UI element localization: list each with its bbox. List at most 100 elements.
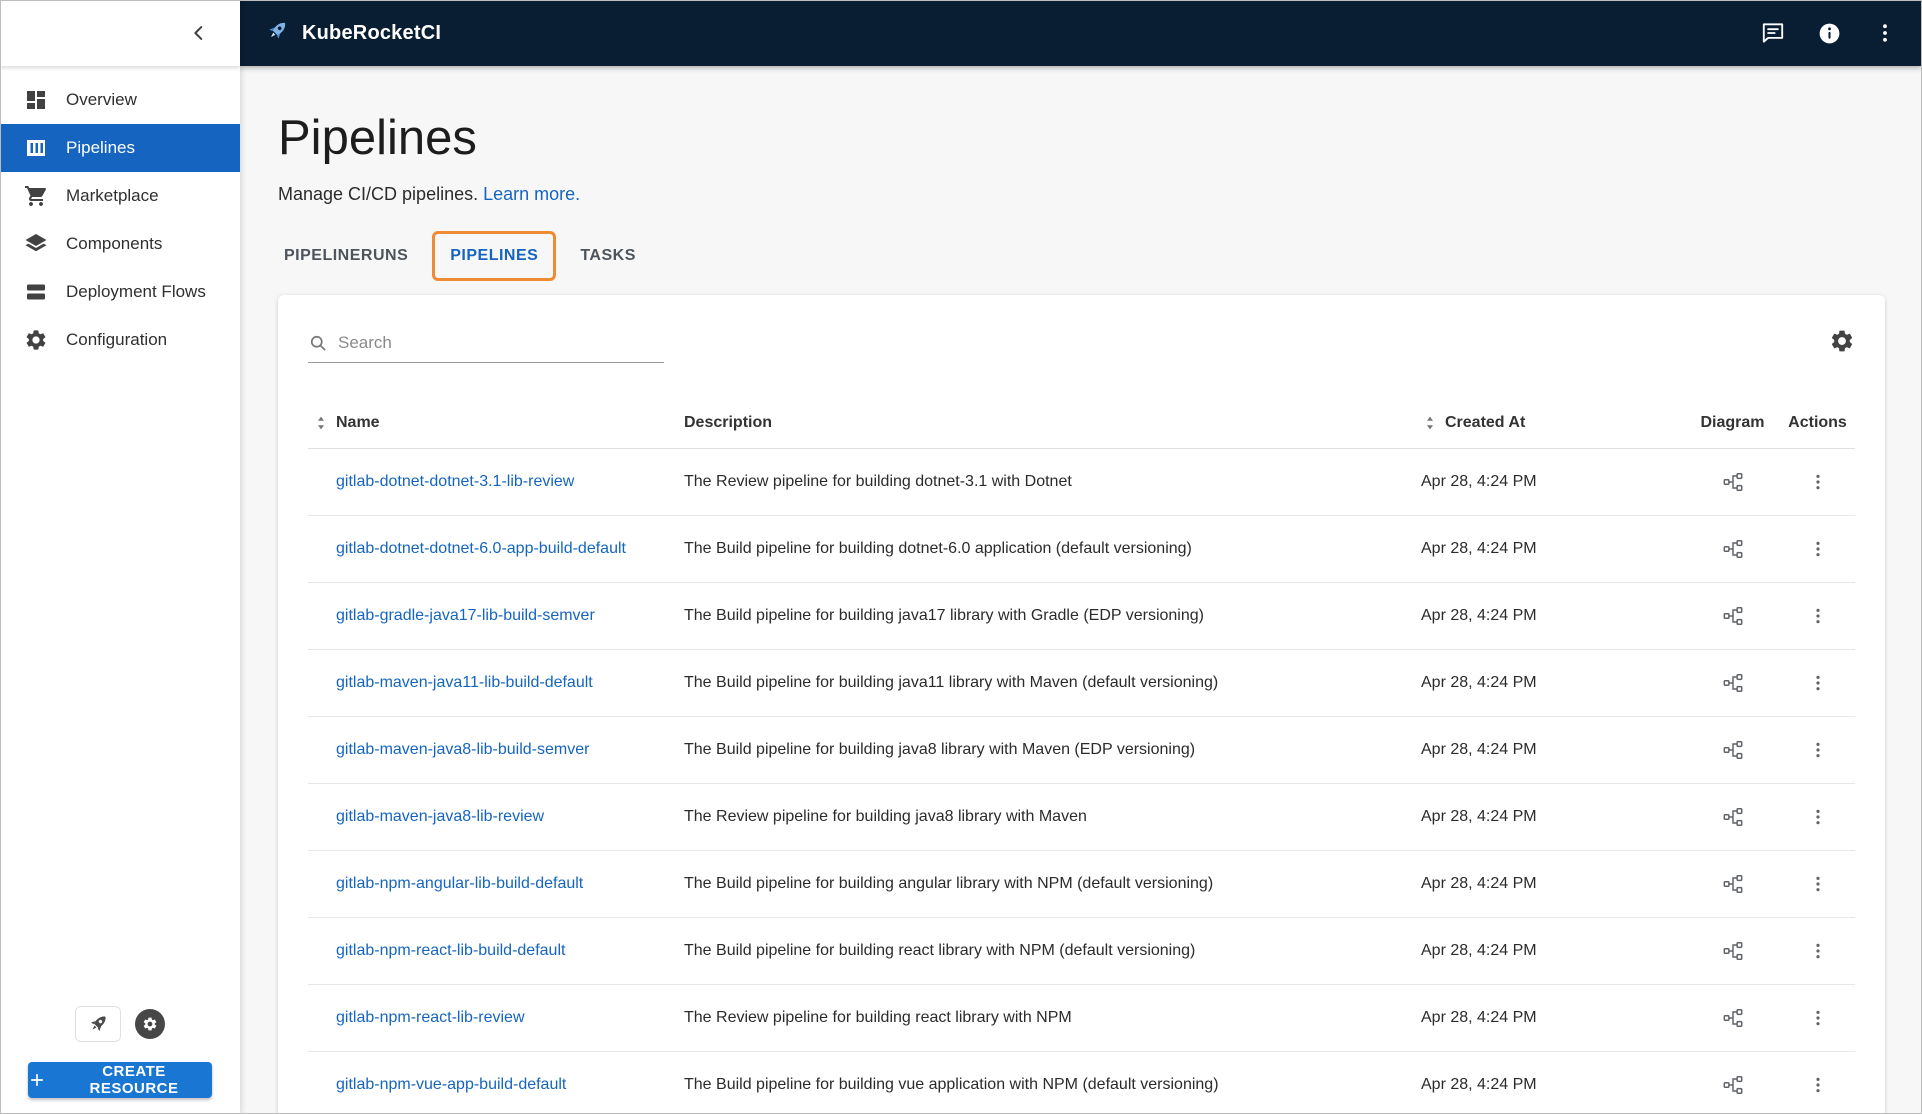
kebab-menu-icon[interactable] bbox=[1872, 20, 1898, 46]
pipeline-name-link[interactable]: gitlab-maven-java11-lib-build-default bbox=[336, 674, 593, 691]
sidebar: Overview Pipelines Marketplace Component… bbox=[0, 0, 240, 1114]
row-actions-kebab-icon[interactable] bbox=[1806, 939, 1830, 963]
pipeline-created-at: Apr 28, 4:24 PM bbox=[1395, 540, 1685, 558]
row-actions-kebab-icon[interactable] bbox=[1806, 805, 1830, 829]
row-actions-kebab-icon[interactable] bbox=[1806, 604, 1830, 628]
sidebar-item-label: Pipelines bbox=[66, 138, 135, 158]
pipeline-name-link[interactable]: gitlab-maven-java8-lib-review bbox=[336, 808, 544, 825]
sidebar-item-label: Marketplace bbox=[66, 186, 159, 206]
diagram-icon[interactable] bbox=[1721, 872, 1745, 896]
diagram-icon[interactable] bbox=[1721, 738, 1745, 762]
diagram-icon[interactable] bbox=[1721, 671, 1745, 695]
table-body: gitlab-dotnet-dotnet-3.1-lib-review The … bbox=[308, 449, 1855, 1114]
diagram-icon[interactable] bbox=[1721, 537, 1745, 561]
pipeline-name-link[interactable]: gitlab-npm-angular-lib-build-default bbox=[336, 875, 583, 892]
diagram-icon[interactable] bbox=[1721, 1073, 1745, 1097]
sidebar-nav: Overview Pipelines Marketplace Component… bbox=[0, 66, 240, 364]
pipeline-description: The Review pipeline for building dotnet-… bbox=[668, 473, 1395, 491]
column-header-created-at[interactable]: Created At bbox=[1395, 414, 1685, 432]
tab-pipelineruns[interactable]: PIPELINERUNS bbox=[266, 231, 426, 281]
pipeline-created-at: Apr 28, 4:24 PM bbox=[1395, 741, 1685, 759]
sidebar-item-label: Components bbox=[66, 234, 162, 254]
row-actions-kebab-icon[interactable] bbox=[1806, 738, 1830, 762]
diagram-icon[interactable] bbox=[1721, 604, 1745, 628]
table-header: Name Description Created At Diagram Acti… bbox=[308, 397, 1855, 449]
search-field bbox=[308, 333, 664, 363]
sidebar-item-marketplace[interactable]: Marketplace bbox=[0, 172, 240, 220]
pipeline-created-at: Apr 28, 4:24 PM bbox=[1395, 1076, 1685, 1094]
pipeline-name-link[interactable]: gitlab-maven-java8-lib-build-semver bbox=[336, 741, 589, 758]
pipeline-description: The Build pipeline for building java11 l… bbox=[668, 674, 1395, 692]
diagram-icon[interactable] bbox=[1721, 939, 1745, 963]
rows-icon bbox=[24, 280, 48, 304]
row-actions-kebab-icon[interactable] bbox=[1806, 1006, 1830, 1030]
dashboard-icon bbox=[24, 88, 48, 112]
pipeline-name-link[interactable]: gitlab-gradle-java17-lib-build-semver bbox=[336, 607, 595, 624]
pipeline-created-at: Apr 28, 4:24 PM bbox=[1395, 1009, 1685, 1027]
sidebar-header bbox=[0, 0, 240, 66]
row-actions-kebab-icon[interactable] bbox=[1806, 671, 1830, 695]
pipeline-name-link[interactable]: gitlab-npm-react-lib-review bbox=[336, 1009, 525, 1026]
pipeline-created-at: Apr 28, 4:24 PM bbox=[1395, 473, 1685, 491]
sort-icon bbox=[1421, 414, 1439, 432]
pipelines-icon bbox=[24, 136, 48, 160]
collapse-sidebar-icon[interactable] bbox=[182, 16, 216, 50]
column-header-diagram: Diagram bbox=[1685, 414, 1780, 432]
pipeline-name-link[interactable]: gitlab-dotnet-dotnet-6.0-app-build-defau… bbox=[336, 540, 626, 557]
topbar-actions bbox=[1760, 20, 1898, 46]
row-actions-kebab-icon[interactable] bbox=[1806, 470, 1830, 494]
pipeline-description: The Build pipeline for building dotnet-6… bbox=[668, 540, 1395, 558]
sidebar-item-pipelines[interactable]: Pipelines bbox=[0, 124, 240, 172]
layers-icon bbox=[24, 232, 48, 256]
table-row: gitlab-npm-angular-lib-build-default The… bbox=[308, 851, 1855, 918]
column-header-name[interactable]: Name bbox=[308, 414, 668, 432]
diagram-icon[interactable] bbox=[1721, 805, 1745, 829]
app-brand: KubeRocketCI bbox=[264, 18, 441, 49]
pipeline-description: The Build pipeline for building react li… bbox=[668, 942, 1395, 960]
sidebar-item-label: Overview bbox=[66, 90, 137, 110]
pipeline-created-at: Apr 28, 4:24 PM bbox=[1395, 674, 1685, 692]
pipeline-name-link[interactable]: gitlab-dotnet-dotnet-3.1-lib-review bbox=[336, 473, 574, 490]
table-row: gitlab-gradle-java17-lib-build-semver Th… bbox=[308, 583, 1855, 650]
tab-pipelines[interactable]: PIPELINES bbox=[432, 231, 556, 281]
diagram-icon[interactable] bbox=[1721, 1006, 1745, 1030]
sidebar-item-label: Deployment Flows bbox=[66, 282, 206, 302]
pipeline-created-at: Apr 28, 4:24 PM bbox=[1395, 875, 1685, 893]
sidebar-item-configuration[interactable]: Configuration bbox=[0, 316, 240, 364]
info-icon[interactable] bbox=[1816, 20, 1842, 46]
main-content: Pipelines Manage CI/CD pipelines. Learn … bbox=[240, 66, 1922, 1114]
table-row: gitlab-npm-react-lib-build-default The B… bbox=[308, 918, 1855, 985]
tab-tasks[interactable]: TASKS bbox=[562, 231, 654, 281]
learn-more-link[interactable]: Learn more. bbox=[483, 184, 580, 204]
pipeline-created-at: Apr 28, 4:24 PM bbox=[1395, 607, 1685, 625]
table-row: gitlab-dotnet-dotnet-6.0-app-build-defau… bbox=[308, 516, 1855, 583]
search-input[interactable] bbox=[338, 333, 664, 353]
pipeline-description: The Build pipeline for building java17 l… bbox=[668, 607, 1395, 625]
diagram-icon[interactable] bbox=[1721, 470, 1745, 494]
table-settings-gear-icon[interactable] bbox=[1829, 328, 1855, 354]
sidebar-footer: CREATE RESOURCE bbox=[0, 1006, 240, 1114]
page-title: Pipelines bbox=[278, 110, 1922, 166]
row-actions-kebab-icon[interactable] bbox=[1806, 1073, 1830, 1097]
app-title: KubeRocketCI bbox=[302, 22, 441, 45]
sidebar-item-overview[interactable]: Overview bbox=[0, 76, 240, 124]
chat-icon[interactable] bbox=[1760, 20, 1786, 46]
column-header-description: Description bbox=[668, 414, 1395, 432]
create-resource-button[interactable]: CREATE RESOURCE bbox=[28, 1062, 212, 1098]
gear-badge-icon[interactable] bbox=[135, 1009, 165, 1039]
row-actions-kebab-icon[interactable] bbox=[1806, 872, 1830, 896]
pipeline-description: The Build pipeline for building angular … bbox=[668, 875, 1395, 893]
sidebar-item-deployment-flows[interactable]: Deployment Flows bbox=[0, 268, 240, 316]
sort-icon bbox=[312, 414, 330, 432]
pipeline-created-at: Apr 28, 4:24 PM bbox=[1395, 942, 1685, 960]
pipeline-name-link[interactable]: gitlab-npm-react-lib-build-default bbox=[336, 942, 565, 959]
table-row: gitlab-dotnet-dotnet-3.1-lib-review The … bbox=[308, 449, 1855, 516]
search-icon bbox=[308, 333, 328, 353]
row-actions-kebab-icon[interactable] bbox=[1806, 537, 1830, 561]
pipeline-name-link[interactable]: gitlab-npm-vue-app-build-default bbox=[336, 1076, 566, 1093]
pipeline-description: The Review pipeline for building java8 l… bbox=[668, 808, 1395, 826]
topbar: KubeRocketCI bbox=[240, 0, 1922, 66]
table-toolbar bbox=[308, 319, 1855, 377]
sidebar-item-components[interactable]: Components bbox=[0, 220, 240, 268]
rocket-button[interactable] bbox=[75, 1006, 121, 1042]
